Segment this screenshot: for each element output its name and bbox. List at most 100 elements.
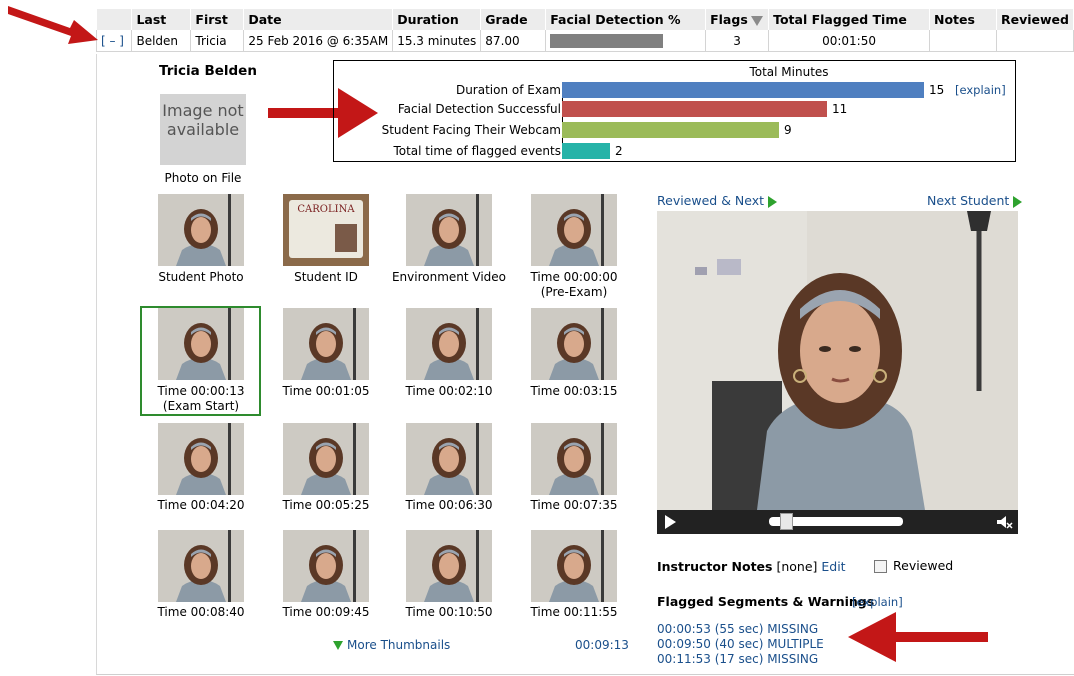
thumbnail-caption: Time 00:11:55 (512, 605, 636, 620)
thumbnail-caption-line: (Pre-Exam) (540, 285, 608, 299)
id-card-text: CAROLINA (297, 204, 355, 215)
thumbnail-image[interactable] (283, 530, 369, 602)
chart-row: Total time of flagged events 2 (334, 143, 1017, 159)
reviewed-next-link[interactable]: Reviewed & Next (657, 193, 778, 208)
cell-last: Belden (131, 30, 192, 52)
thumbnail-caption: Time 00:03:15 (512, 384, 636, 399)
edit-notes-link[interactable]: Edit (821, 559, 845, 574)
play-icon[interactable] (665, 515, 677, 529)
chart-category-label: Total time of flagged events (393, 144, 561, 158)
instructor-notes-value: [none] (776, 559, 818, 574)
person-thumbnail-icon (158, 194, 244, 266)
chart-explain-link[interactable]: [explain] (955, 83, 1006, 97)
reviewed-next-label[interactable]: Reviewed & Next (657, 193, 764, 208)
chart-title: Total Minutes (749, 65, 829, 79)
thumbnail-image[interactable] (158, 530, 244, 602)
id-card-photo (335, 224, 357, 252)
thumbnail-image[interactable] (531, 308, 617, 380)
thumbnail-image[interactable] (406, 423, 492, 495)
chart-category-label: Facial Detection Successful (397, 102, 561, 116)
thumbnail-caption-line: Environment Video (391, 270, 507, 284)
flagged-list: 00:00:53 (55 sec) MISSING 00:09:50 (40 s… (657, 622, 824, 667)
cell-facial (545, 30, 707, 52)
reviewed-checkbox[interactable] (874, 560, 887, 573)
person-thumbnail-icon (406, 194, 492, 266)
sort-desc-icon[interactable] (750, 15, 763, 26)
toggle-column-header (96, 9, 133, 30)
thumbnail-image[interactable] (158, 194, 244, 266)
current-time: 00:09:13 (575, 638, 629, 652)
more-thumbnails-link[interactable]: More Thumbnails (333, 638, 450, 652)
next-student-link[interactable]: Next Student (927, 193, 1023, 208)
more-thumbnails-label[interactable]: More Thumbnails (347, 638, 450, 652)
thumbnail-image[interactable] (531, 194, 617, 266)
video-frame (657, 211, 1018, 510)
next-student-label[interactable]: Next Student (927, 193, 1009, 208)
thumbnail-image[interactable] (406, 530, 492, 602)
thumbnail-caption-line: Time 00:00:00 (530, 270, 618, 284)
col-reviewed[interactable]: Reviewed (996, 9, 1074, 30)
thumbnail-image[interactable] (531, 423, 617, 495)
flagged-explain-link[interactable]: [explain] (852, 595, 903, 609)
photo-on-file-label: Photo on File (164, 171, 242, 185)
person-thumbnail-icon (531, 194, 617, 266)
col-facial[interactable]: Facial Detection % (545, 9, 707, 30)
col-duration[interactable]: Duration (392, 9, 482, 30)
col-grade[interactable]: Grade (480, 9, 547, 30)
video-player[interactable] (657, 211, 1018, 534)
results-table: Last First Date Duration Grade Facial De… (95, 9, 1074, 52)
video-seek-handle[interactable] (780, 513, 793, 530)
total-minutes-chart: Total Minutes Duration of Exam 15 Facial D… (333, 60, 1016, 162)
thumbnail-caption-line: Time 00:02:10 (405, 384, 493, 398)
thumbnail-caption: Student ID (264, 270, 388, 285)
no-image-placeholder: Image not available (160, 94, 246, 165)
thumbnail-caption-line: Time 00:08:40 (157, 605, 245, 619)
flagged-item[interactable]: 00:09:50 (40 sec) MULTIPLE (657, 637, 824, 652)
chart-row: Student Facing Their Webcam 9 (334, 122, 1017, 138)
thumbnail-caption: Time 00:02:10 (387, 384, 511, 399)
chart-bar (562, 122, 779, 138)
thumbnail-image[interactable] (406, 308, 492, 380)
col-flagged-time[interactable]: Total Flagged Time (768, 9, 930, 30)
cell-grade: 87.00 (480, 30, 547, 52)
person-thumbnail-icon (406, 530, 492, 602)
cell-notes (929, 30, 997, 52)
thumbnail-caption-line: Time 00:10:50 (405, 605, 493, 619)
flagged-item[interactable]: 00:00:53 (55 sec) MISSING (657, 622, 824, 637)
col-notes[interactable]: Notes (929, 9, 997, 30)
person-thumbnail-icon (158, 423, 244, 495)
thumbnail-caption-line: Time 00:03:15 (530, 384, 618, 398)
person-thumbnail-icon (283, 308, 369, 380)
thumbnail-image[interactable] (531, 530, 617, 602)
thumbnail-caption: Student Photo (139, 270, 263, 285)
collapse-toggle-label[interactable]: [ – ] (101, 34, 124, 48)
thumbnail-caption-line: Time 00:04:20 (157, 498, 245, 512)
thumbnail-image[interactable] (158, 423, 244, 495)
flagged-item[interactable]: 00:11:53 (17 sec) MISSING (657, 652, 824, 667)
col-date[interactable]: Date (243, 9, 394, 30)
col-first[interactable]: First (190, 9, 245, 30)
chart-value-label: 2 (615, 144, 623, 158)
mute-icon[interactable] (997, 515, 1013, 529)
chart-bar (562, 101, 827, 117)
thumbnail-caption: Time 00:10:50 (387, 605, 511, 620)
collapse-toggle[interactable]: [ – ] (95, 30, 133, 52)
person-thumbnail-icon (406, 423, 492, 495)
thumbnail-image[interactable] (406, 194, 492, 266)
person-thumbnail-icon (531, 530, 617, 602)
thumbnail-caption-line: Time 00:07:35 (530, 498, 618, 512)
student-id-thumbnail[interactable]: CAROLINA (283, 194, 369, 266)
cell-reviewed (996, 30, 1074, 52)
thumbnail-image[interactable] (283, 423, 369, 495)
col-last[interactable]: Last (131, 9, 192, 30)
reviewed-checkbox-label[interactable]: Reviewed (893, 558, 953, 573)
col-flags[interactable]: Flags (705, 9, 770, 30)
red-arrow-flagged-icon (848, 612, 988, 662)
facial-detection-bar (550, 33, 664, 48)
instructor-notes: Instructor Notes [none] Edit (657, 559, 846, 574)
thumbnail-image[interactable] (283, 308, 369, 380)
red-arrow-toggle-icon (8, 6, 98, 44)
chart-category-label: Duration of Exam (455, 83, 561, 97)
reviewed-checkbox-group[interactable]: Reviewed (874, 558, 953, 573)
thumbnail-caption-line: Time 00:09:45 (282, 605, 370, 619)
